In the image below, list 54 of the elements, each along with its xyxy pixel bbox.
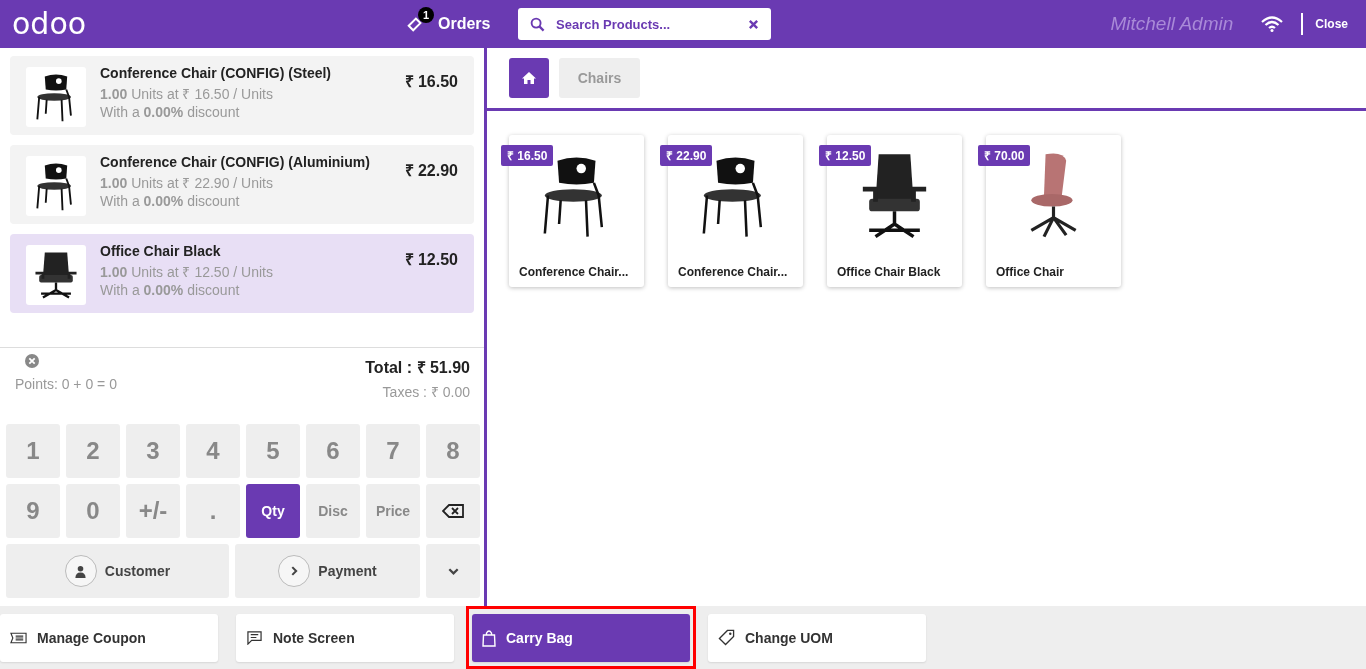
home-button[interactable] bbox=[509, 58, 549, 98]
discount-info: With a 0.00% discount bbox=[100, 281, 241, 299]
quantity-info: 1.00 Units at ₹ 12.50 / Units bbox=[100, 263, 274, 281]
control-button[interactable]: Note Screen bbox=[236, 613, 454, 662]
product-name: Office Chair bbox=[996, 265, 1064, 279]
product-name: Office Chair Black bbox=[100, 242, 222, 260]
person-icon bbox=[64, 555, 97, 587]
user-name: Mitchell Admin bbox=[1110, 13, 1234, 35]
ticket-icon bbox=[10, 631, 27, 644]
discount-info: With a 0.00% discount bbox=[100, 192, 241, 210]
quantity-info: 1.00 Units at ₹ 22.90 / Units bbox=[100, 174, 274, 192]
logo: odoo bbox=[12, 9, 88, 39]
home-icon bbox=[521, 71, 537, 85]
customer-button[interactable]: Customer bbox=[6, 544, 229, 598]
clear-search-icon[interactable] bbox=[748, 19, 759, 30]
orders-button[interactable]: Orders bbox=[438, 15, 491, 33]
product-photo bbox=[26, 156, 86, 216]
product-name: Conference Chair (CONFIG) (Aluminium) bbox=[100, 153, 371, 171]
backspace-icon bbox=[442, 504, 464, 518]
product-name: Conference Chair... bbox=[678, 265, 788, 279]
wifi-icon bbox=[1261, 16, 1284, 32]
product-name: Conference Chair... bbox=[519, 265, 629, 279]
product-photo bbox=[26, 245, 86, 305]
tag-icon bbox=[718, 629, 735, 646]
product-photo bbox=[26, 67, 86, 127]
price-tag: ₹ 16.50 bbox=[501, 145, 554, 166]
line-price: ₹ 16.50 bbox=[404, 72, 458, 92]
order-count-badge: 1 bbox=[418, 7, 434, 23]
chevron-right-icon bbox=[278, 555, 311, 587]
order-taxes: Taxes : ₹ 0.00 bbox=[382, 383, 470, 401]
product-name: Conference Chair (CONFIG) (Steel) bbox=[100, 64, 333, 82]
backspace-key[interactable] bbox=[426, 484, 480, 538]
line-price: ₹ 12.50 bbox=[404, 250, 458, 270]
line-price: ₹ 22.90 bbox=[404, 161, 458, 181]
price-tag: ₹ 22.90 bbox=[660, 145, 713, 166]
bag-icon bbox=[482, 628, 496, 647]
product-name: Office Chair Black bbox=[837, 265, 941, 279]
price-tag: ₹ 70.00 bbox=[978, 145, 1031, 166]
close-button[interactable]: Close bbox=[1315, 17, 1348, 31]
discount-info: With a 0.00% discount bbox=[100, 103, 241, 121]
points-text: Points: 0 + 0 = 0 bbox=[15, 376, 117, 392]
order-total: Total : ₹ 51.90 bbox=[365, 358, 470, 378]
clear-icon[interactable] bbox=[25, 354, 39, 368]
control-button[interactable]: Manage Coupon bbox=[0, 613, 218, 662]
control-button[interactable]: Carry Bag bbox=[472, 613, 690, 662]
payment-button[interactable]: Payment bbox=[235, 544, 420, 598]
search-field[interactable]: Search Products... bbox=[518, 8, 771, 40]
quantity-info: 1.00 Units at ₹ 16.50 / Units bbox=[100, 85, 274, 103]
note-icon bbox=[246, 630, 263, 645]
price-tag: ₹ 12.50 bbox=[819, 145, 872, 166]
search-icon bbox=[530, 17, 545, 32]
control-button[interactable]: Change UOM bbox=[708, 613, 926, 662]
ticket-icon[interactable] bbox=[406, 15, 424, 33]
mode-key[interactable]: Qty bbox=[246, 484, 300, 538]
